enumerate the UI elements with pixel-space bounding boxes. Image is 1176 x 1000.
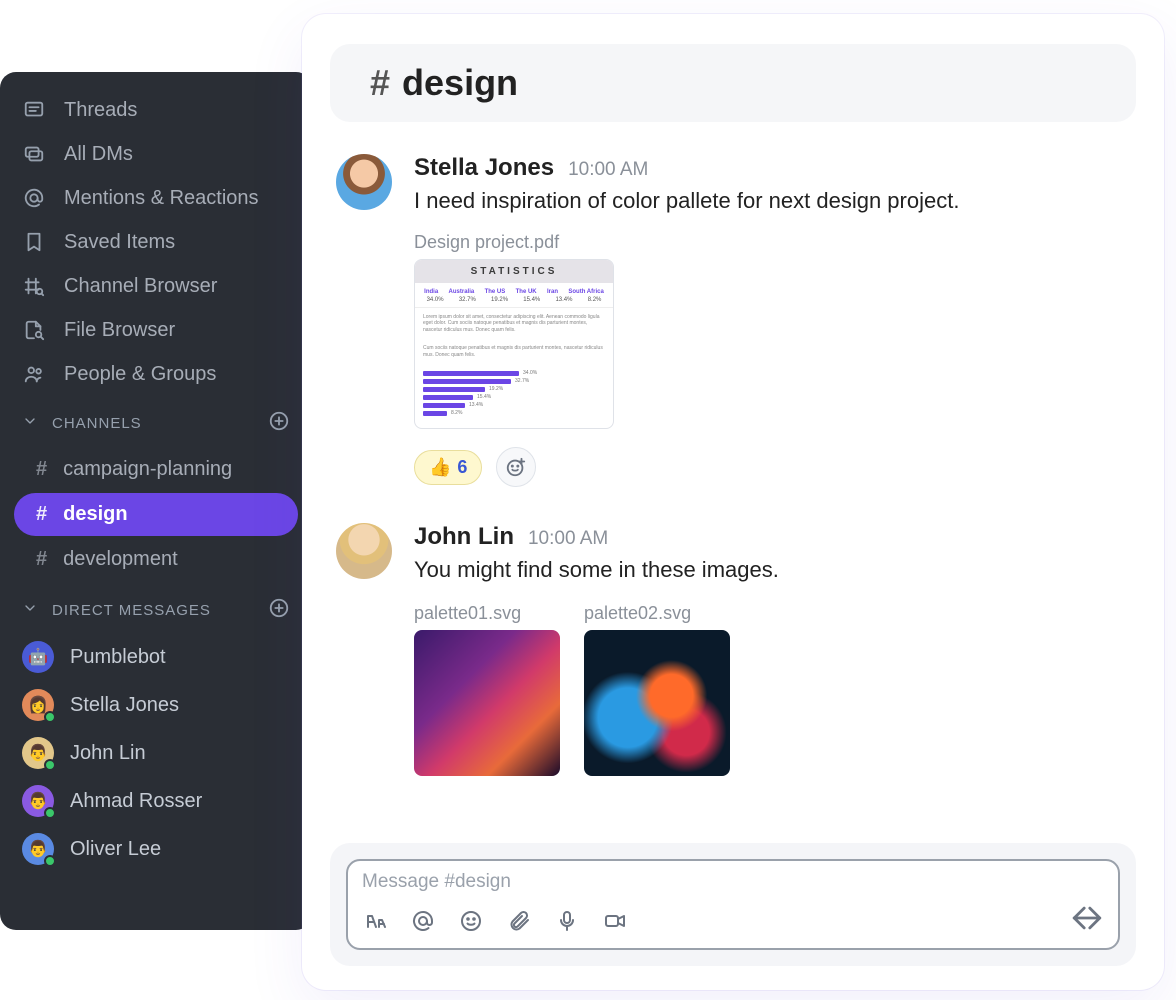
pdf-title: STATISTICS [415,260,613,283]
channels-header: CHANNELS [0,396,312,446]
nav-label: Channel Browser [64,275,217,298]
pdf-values: 34.0% 32.7% 19.2% 15.4% 13.4% 8.2% [415,297,613,308]
message-text: You might find some in these images. [414,555,1130,585]
nav-file-browser[interactable]: File Browser [0,308,312,352]
threads-icon [22,98,46,122]
avatar [336,523,392,579]
nav-label: People & Groups [64,363,216,386]
dm-ahmad[interactable]: 👨 Ahmad Rosser [0,777,312,825]
dms-icon [22,142,46,166]
dm-label: Stella Jones [70,694,179,717]
hash-icon: # [36,503,47,526]
message-time: 10:00 AM [568,159,648,181]
microphone-icon[interactable] [554,908,580,934]
dm-label: Ahmad Rosser [70,790,202,813]
add-dm-button[interactable] [268,597,290,623]
composer-area [330,843,1136,966]
dms-header-label: DIRECT MESSAGES [52,602,211,619]
sidebar: Threads All DMs Mentions & Reactions Sav… [0,72,312,930]
avatar: 👨 [22,737,54,769]
nav-label: Threads [64,99,137,122]
chevron-down-icon[interactable] [22,600,38,620]
pdf-body-text: Lorem ipsum dolor sit amet, consectetur … [415,308,613,340]
dm-label: John Lin [70,742,146,765]
emoji-icon[interactable] [458,908,484,934]
composer [346,859,1120,950]
add-channel-button[interactable] [268,410,290,436]
channel-label: development [63,548,178,571]
pdf-bar-chart: 34.0% 32.7% 19.2% 15.4% 13.4% 8.2% [415,364,613,428]
channel-browser-icon [22,274,46,298]
send-button[interactable] [1070,901,1104,940]
nav-label: All DMs [64,143,133,166]
message-author: John Lin [414,523,514,551]
format-icon[interactable] [362,908,388,934]
channel-label: design [63,503,127,526]
channel-label: campaign-planning [63,458,232,481]
attach-icon[interactable] [506,908,532,934]
message-list: Stella Jones 10:00 AM I need inspiration… [330,122,1136,843]
hash-icon: # [36,458,47,481]
thumbs-up-icon: 👍 [429,457,451,478]
hash-icon: # [36,548,47,571]
nav-channel-browser[interactable]: Channel Browser [0,264,312,308]
attachment-filename: Design project.pdf [414,232,1130,253]
nav-saved[interactable]: Saved Items [0,220,312,264]
dms-header: DIRECT MESSAGES [0,583,312,633]
avatar: 🤖 [22,641,54,673]
dm-oliver[interactable]: 👨 Oliver Lee [0,825,312,873]
channel-campaign-planning[interactable]: # campaign-planning [14,448,298,491]
nav-all-dms[interactable]: All DMs [0,132,312,176]
attachment-filename: palette01.svg [414,603,560,624]
dm-pumblebot[interactable]: 🤖 Pumblebot [0,633,312,681]
at-icon [22,186,46,210]
nav-threads[interactable]: Threads [0,88,312,132]
attachment-filename: palette02.svg [584,603,730,624]
bookmark-icon [22,230,46,254]
avatar: 👩 [22,689,54,721]
message-input[interactable] [362,871,1104,893]
avatar [336,154,392,210]
nav-mentions[interactable]: Mentions & Reactions [0,176,312,220]
dm-label: Oliver Lee [70,838,161,861]
video-icon[interactable] [602,908,628,934]
reaction-count: 6 [457,457,467,478]
dm-stella[interactable]: 👩 Stella Jones [0,681,312,729]
mention-icon[interactable] [410,908,436,934]
message-time: 10:00 AM [528,528,608,550]
pdf-columns: India Australia The US The UK Iran South… [415,283,613,297]
nav-label: File Browser [64,319,175,342]
channel-development[interactable]: # development [14,538,298,581]
channel-title-bar: # design [330,44,1136,122]
image-attachment[interactable] [584,630,730,776]
message: John Lin 10:00 AM You might find some in… [330,511,1136,800]
avatar: 👨 [22,785,54,817]
reactions: 👍 6 [414,447,1130,487]
hash-icon: # [370,62,390,104]
dm-john[interactable]: 👨 John Lin [0,729,312,777]
message: Stella Jones 10:00 AM I need inspiration… [330,142,1136,511]
chevron-down-icon[interactable] [22,413,38,433]
avatar: 👨 [22,833,54,865]
file-browser-icon [22,318,46,342]
message-text: I need inspiration of color pallete for … [414,186,1130,216]
image-attachment[interactable] [414,630,560,776]
channel-name: design [402,62,518,104]
pdf-attachment[interactable]: STATISTICS India Australia The US The UK… [414,259,614,430]
pdf-body-text: Cum sociis natoque penatibus et magnis d… [415,339,613,364]
add-reaction-button[interactable] [496,447,536,487]
channels-header-label: CHANNELS [52,415,142,432]
channel-design[interactable]: # design [14,493,298,536]
dm-label: Pumblebot [70,646,166,669]
main-panel: # design Stella Jones 10:00 AM I need in… [302,14,1164,990]
reaction-thumbs-up[interactable]: 👍 6 [414,450,482,485]
people-icon [22,362,46,386]
nav-label: Saved Items [64,231,175,254]
nav-label: Mentions & Reactions [64,187,259,210]
nav-people[interactable]: People & Groups [0,352,312,396]
message-author: Stella Jones [414,154,554,182]
